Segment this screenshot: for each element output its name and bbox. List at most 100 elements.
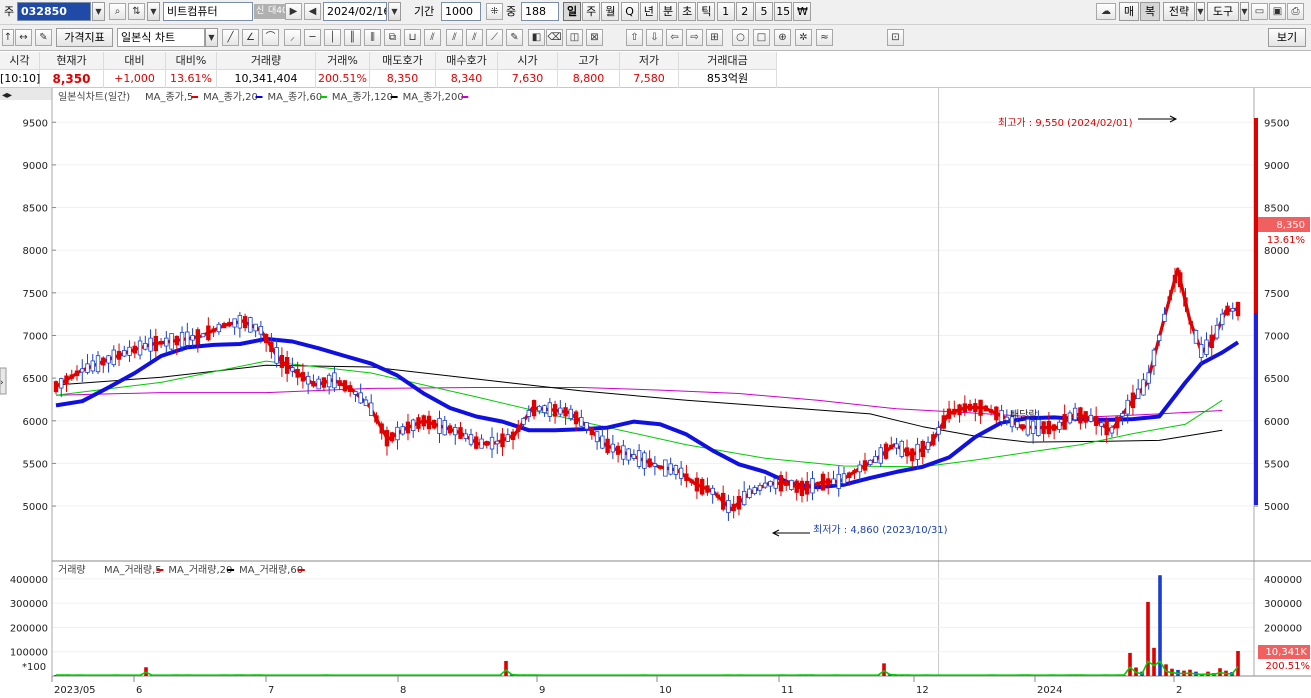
settings-tool-icon[interactable]: ✲ xyxy=(795,29,812,46)
candle-body xyxy=(1036,419,1041,436)
grid-icon[interactable]: ⁜ xyxy=(486,3,503,20)
period-option[interactable]: 주 xyxy=(582,2,601,21)
period-option[interactable]: 5 xyxy=(755,2,773,21)
copy-tool-icon[interactable]: ◫ xyxy=(566,29,583,46)
candle-body xyxy=(447,425,453,434)
period-option[interactable]: 월 xyxy=(601,2,620,21)
period-option[interactable]: 15 xyxy=(774,2,793,21)
down-tool-icon[interactable]: ⇩ xyxy=(646,29,663,46)
candle-body xyxy=(1193,330,1199,344)
stock-chart[interactable]: ◂▸ › 일본식차트(일간) MA_종가,5 MA_종가,20 MA_종가,60 MA… xyxy=(0,88,1311,698)
folder-icon[interactable]: ▭ xyxy=(1251,3,1268,20)
cloud-icon[interactable]: ☁ xyxy=(1096,3,1116,20)
magnify-tool-icon[interactable]: ⊕ xyxy=(774,29,791,46)
arc-tool-icon[interactable]: ⌒ xyxy=(262,29,279,46)
angle-tool-icon[interactable]: ∠ xyxy=(242,29,259,46)
zoom-tool-icon[interactable]: ⊞ xyxy=(706,29,723,46)
gann-tool-icon[interactable]: ⫽ xyxy=(446,29,463,46)
candle-body xyxy=(773,478,778,489)
up-arrow-icon[interactable]: ↑ xyxy=(2,29,14,46)
date-dropdown[interactable]: ▼ xyxy=(388,2,401,21)
price-range-bar-down xyxy=(1254,313,1258,505)
delete-tool-icon[interactable]: ⊠ xyxy=(586,29,603,46)
price-tick-label: 6500 xyxy=(1264,374,1289,385)
chart-type-select[interactable]: 일본식 차트 xyxy=(117,28,205,47)
candle-body xyxy=(153,335,159,352)
candle-body xyxy=(710,487,715,495)
price-tick-label: 8500 xyxy=(1264,204,1289,215)
candle-body xyxy=(1157,334,1162,342)
copy-tab[interactable]: 복 xyxy=(1140,2,1160,21)
circle-tool-icon[interactable]: ○ xyxy=(732,29,749,46)
candle-body xyxy=(594,431,600,443)
candle-body xyxy=(784,480,789,486)
period-input[interactable]: 1000 xyxy=(441,2,481,21)
tools-dropdown[interactable]: ▼ xyxy=(1240,2,1249,21)
candle-body xyxy=(479,438,484,449)
candle-body xyxy=(663,459,668,477)
period-option[interactable]: 초 xyxy=(678,2,697,21)
prev-arrow-icon[interactable]: ◀ xyxy=(304,3,321,20)
search-icon[interactable]: ⌕ xyxy=(109,3,126,20)
scroll-arrows-icon[interactable]: ◂▸ xyxy=(2,90,12,101)
hline-tool-icon[interactable]: ─ xyxy=(304,29,321,46)
color-tool-icon[interactable]: ◧ xyxy=(528,29,545,46)
trend-tool-icon[interactable]: ⟋ xyxy=(486,29,503,46)
image-tool-icon[interactable]: ⊡ xyxy=(887,29,904,46)
candle-body xyxy=(883,443,889,459)
edit-icon[interactable]: ✎ xyxy=(35,29,52,46)
strategy-tab[interactable]: 전략 xyxy=(1163,2,1195,21)
count-input[interactable]: 188 xyxy=(521,2,559,21)
time-tick-label: 12 xyxy=(916,685,929,696)
price-indicator-button[interactable]: 가격지표 xyxy=(56,28,113,47)
candle-body xyxy=(111,349,116,366)
right-tool-icon[interactable]: ⇨ xyxy=(686,29,703,46)
stock-code-input[interactable]: 032850 xyxy=(17,2,91,21)
period-option[interactable]: 틱 xyxy=(697,2,716,21)
period-option[interactable]: 년 xyxy=(639,2,658,21)
quote-header: 저가 xyxy=(620,52,679,70)
up-tool-icon[interactable]: ⇧ xyxy=(626,29,643,46)
regression-tool-icon[interactable]: ⫽ xyxy=(466,29,483,46)
split-arrows-icon[interactable]: ↔ xyxy=(15,29,32,46)
eraser-tool-icon[interactable]: ⌫ xyxy=(546,29,563,46)
stock-code-dropdown[interactable]: ▼ xyxy=(92,2,105,21)
sort-dropdown[interactable]: ▼ xyxy=(147,2,160,21)
pen-tool-icon[interactable]: ✎ xyxy=(506,29,523,46)
next-arrow-icon[interactable]: ▶ xyxy=(285,3,302,20)
strategy-dropdown[interactable]: ▼ xyxy=(1196,2,1205,21)
date-input[interactable]: 2024/02/16 xyxy=(323,2,387,21)
volume-bar xyxy=(504,660,508,676)
view-button[interactable]: 보기 xyxy=(1268,28,1306,47)
left-tool-icon[interactable]: ⇦ xyxy=(666,29,683,46)
sell-tab[interactable]: 매 xyxy=(1119,2,1139,21)
candle-body xyxy=(988,409,994,413)
print-icon[interactable]: ⎙ xyxy=(1287,3,1304,20)
period-option[interactable]: 2 xyxy=(735,2,754,21)
period-option[interactable]: ₩ xyxy=(793,2,812,21)
period-option[interactable]: 1 xyxy=(716,2,735,21)
period-option[interactable]: 분 xyxy=(659,2,677,21)
channel-tool-icon[interactable]: ║ xyxy=(344,29,361,46)
tools-tab[interactable]: 도구 xyxy=(1207,2,1239,21)
fib-tool-icon[interactable]: ⫼ xyxy=(364,29,381,46)
period-option[interactable]: Q xyxy=(620,2,639,21)
vline-tool-icon[interactable]: │ xyxy=(324,29,341,46)
stock-name-field[interactable]: 비트컴퓨터 xyxy=(163,2,253,21)
fan-tool-icon[interactable]: ⸝ xyxy=(284,29,301,46)
cycle-tool-icon[interactable]: ⊔ xyxy=(404,29,421,46)
panel-expand-icon[interactable]: › xyxy=(0,378,4,388)
line-tool-icon[interactable]: ╱ xyxy=(222,29,239,46)
period-option[interactable]: 일 xyxy=(563,2,581,21)
sort-icon[interactable]: ⇅ xyxy=(128,3,145,20)
box-tool-icon[interactable]: ⧉ xyxy=(384,29,401,46)
chart-type-dropdown[interactable]: ▼ xyxy=(205,28,218,47)
wave-tool-icon[interactable]: ≈ xyxy=(816,29,833,46)
candle-body xyxy=(337,380,342,386)
legend-series-label: MA_종가,5 xyxy=(145,91,193,103)
parallel-tool-icon[interactable]: ⫽ xyxy=(424,29,441,46)
rect-tool-icon[interactable]: □ xyxy=(753,29,770,46)
candle-body xyxy=(1015,421,1020,429)
candle-body xyxy=(1135,388,1141,400)
save-icon[interactable]: ▣ xyxy=(1269,3,1286,20)
